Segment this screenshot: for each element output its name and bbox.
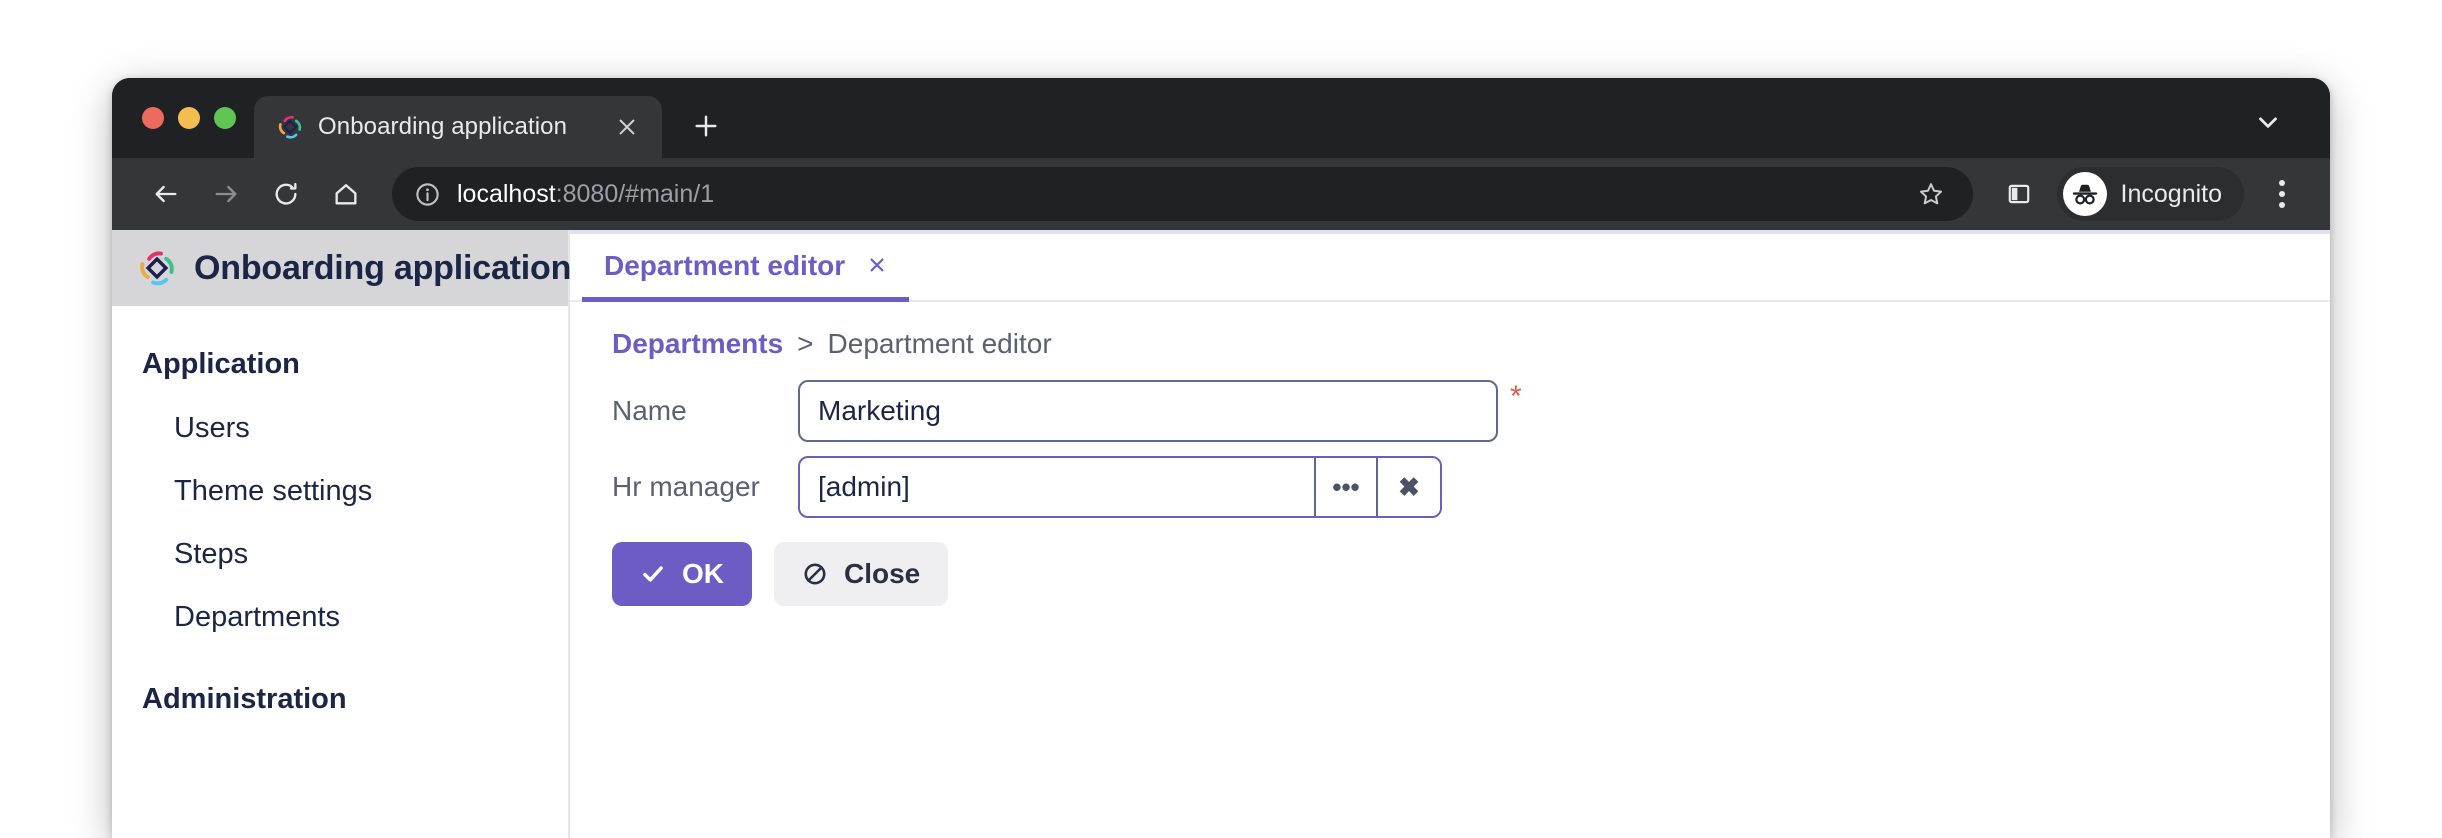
star-icon[interactable] <box>1907 170 1955 218</box>
name-label: Name <box>612 395 687 426</box>
address-bar[interactable]: localhost:8080/#main/1 <box>392 167 1973 221</box>
browser-tabstrip: Onboarding application <box>112 78 2330 158</box>
hr-manager-control: ••• ✖ <box>798 456 1442 518</box>
field-row-hr-manager: Hr manager ••• ✖ <box>602 456 2330 518</box>
window-minimize-button[interactable] <box>178 107 200 129</box>
field-row-name: Name * <box>602 380 2330 442</box>
close-icon[interactable] <box>610 110 644 144</box>
sidebar-group-administration[interactable]: Administration <box>112 649 568 732</box>
browser-tab-active[interactable]: Onboarding application <box>254 96 662 158</box>
department-editor-form: Departments > Department editor Name * H… <box>570 302 2330 606</box>
breadcrumb-link-departments[interactable]: Departments <box>612 328 783 360</box>
breadcrumb: Departments > Department editor <box>602 328 2330 360</box>
close-icon[interactable] <box>867 253 887 279</box>
hr-manager-label: Hr manager <box>612 471 760 502</box>
breadcrumb-separator: > <box>797 328 814 359</box>
app-tab-label: Department editor <box>604 249 846 281</box>
diamond-logo-icon <box>136 247 178 289</box>
sidebar-item-users[interactable]: Users <box>112 397 568 460</box>
ok-button-label: OK <box>682 558 724 589</box>
hr-manager-input[interactable] <box>800 458 1316 516</box>
circle-info-icon[interactable] <box>414 181 441 208</box>
app-brand-header: Onboarding application <box>112 230 572 306</box>
url-path: :8080/#main/1 <box>555 179 715 208</box>
incognito-icon <box>2062 172 2107 216</box>
incognito-profile-chip[interactable]: Incognito <box>2056 167 2244 221</box>
sidebar-item-steps[interactable]: Steps <box>112 523 568 586</box>
reload-icon[interactable] <box>258 166 314 222</box>
window-traffic-lights <box>112 78 254 158</box>
kebab-menu-icon[interactable] <box>2256 166 2308 222</box>
hr-manager-picker: ••• ✖ <box>798 456 1442 518</box>
app-sidebar: Onboarding application Application Users… <box>112 230 572 838</box>
browser-tab-title: Onboarding application <box>318 113 568 140</box>
browser-window: Onboarding application localhost:8080/#m… <box>112 78 2330 838</box>
chevron-down-icon[interactable] <box>2240 94 2296 150</box>
required-marker: * <box>1510 380 1522 413</box>
close-button[interactable]: Close <box>774 542 949 606</box>
sidebar-item-departments[interactable]: Departments <box>112 586 568 649</box>
app-brand-title: Onboarding application <box>194 248 572 287</box>
close-button-label: Close <box>844 558 921 589</box>
arrow-right-icon[interactable] <box>198 166 254 222</box>
new-tab-button[interactable] <box>680 100 732 152</box>
page-viewport: Onboarding application Application Users… <box>112 230 2330 838</box>
app-tabbar: Department editor <box>570 230 2330 302</box>
ok-button[interactable]: OK <box>612 542 752 606</box>
incognito-label: Incognito <box>2120 179 2222 208</box>
name-control: * <box>798 380 1522 442</box>
sidebar-nav: Application Users Theme settings Steps D… <box>112 306 568 732</box>
name-input[interactable] <box>798 380 1498 442</box>
form-actions: OK Close <box>602 542 2330 606</box>
breadcrumb-current: Department editor <box>827 328 1052 359</box>
address-bar-text: localhost:8080/#main/1 <box>457 180 1891 209</box>
hr-manager-lookup-button[interactable]: ••• <box>1316 458 1378 516</box>
app-content: Department editor Departments > Departme… <box>570 230 2330 838</box>
ban-icon <box>802 561 828 587</box>
arrow-left-icon[interactable] <box>138 166 194 222</box>
diamond-logo-icon <box>276 113 304 141</box>
check-icon <box>640 561 666 587</box>
hr-manager-clear-button[interactable]: ✖ <box>1378 458 1440 516</box>
sidebar-item-theme-settings[interactable]: Theme settings <box>112 460 568 523</box>
sidebar-group-application[interactable]: Application <box>112 332 568 397</box>
address-bar-actions <box>1907 170 1955 218</box>
window-close-button[interactable] <box>142 107 164 129</box>
url-host: localhost <box>457 179 556 208</box>
browser-toolbar: localhost:8080/#main/1 Incognito <box>112 158 2330 230</box>
home-icon[interactable] <box>318 166 374 222</box>
tab-department-editor[interactable]: Department editor <box>582 234 910 302</box>
window-zoom-button[interactable] <box>214 107 236 129</box>
side-panel-icon[interactable] <box>1991 166 2047 222</box>
